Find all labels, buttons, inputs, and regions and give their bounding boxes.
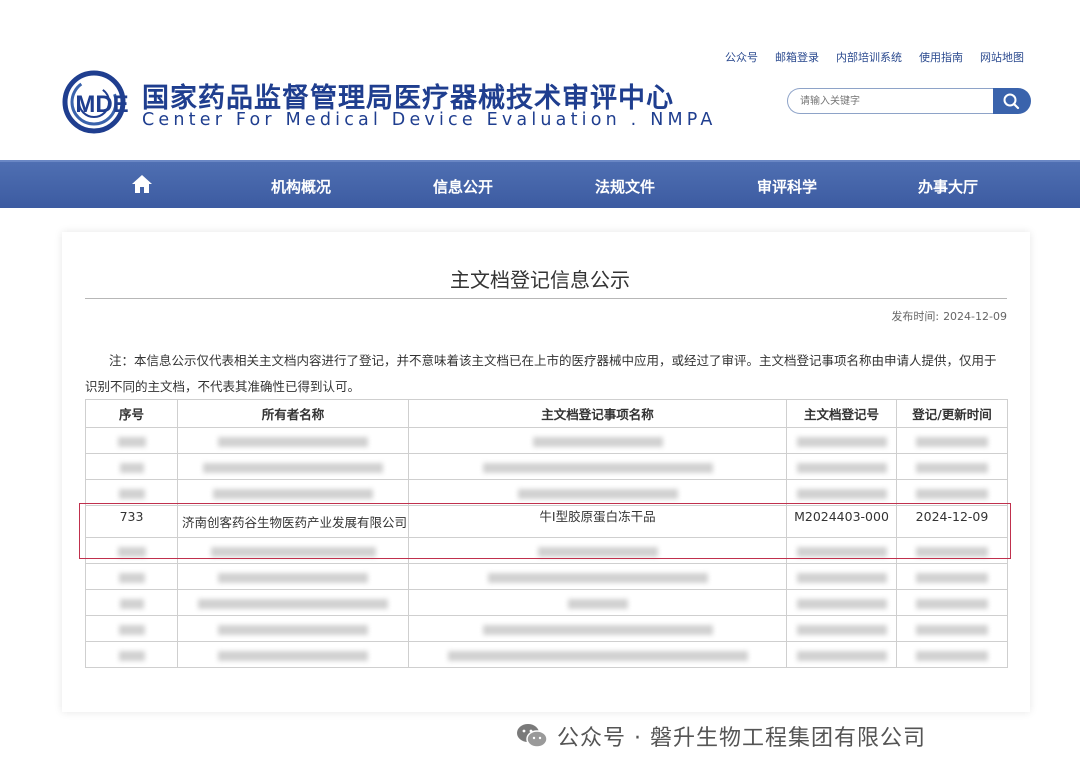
main-nav: 机构概况 信息公开 法规文件 审评科学 办事大厅 <box>0 160 1080 208</box>
blurred-text <box>119 462 144 473</box>
watermark-text: 公众号 · 磐升生物工程集团有限公司 <box>557 726 926 751</box>
blurred-text <box>487 572 708 583</box>
table-row-blurred <box>85 641 1008 668</box>
nav-item-info-disclosure[interactable]: 信息公开 <box>433 176 493 197</box>
blurred-text <box>218 436 368 447</box>
wechat-icon <box>517 724 548 748</box>
nav-item-service-hall[interactable]: 办事大厅 <box>918 176 978 197</box>
site-header: MDE 国家药品监督管理局医疗器械技术审评中心 Center For Medic… <box>0 0 1080 160</box>
search-input[interactable] <box>787 88 994 114</box>
search-icon <box>1003 93 1020 110</box>
table-row-highlighted: 733 济南创客药谷生物医药产业发展有限公司 牛Ⅰ型胶原蛋白冻干品 M20244… <box>85 505 1008 538</box>
blurred-text <box>796 650 887 661</box>
wechat-watermark: 公众号 · 磐升生物工程集团有限公司 <box>515 720 926 752</box>
cell-item-name: 牛Ⅰ型胶原蛋白冻干品 <box>408 505 787 538</box>
table-row-blurred <box>85 563 1008 590</box>
publish-date-label: 发布时间: <box>891 310 940 323</box>
home-icon[interactable] <box>131 174 153 194</box>
search-box <box>787 88 1031 114</box>
cell-reg-no: M2024403-000 <box>786 505 897 538</box>
col-header-owner: 所有者名称 <box>177 399 409 428</box>
blurred-text <box>213 488 373 499</box>
cell-date: 2024-12-09 <box>896 505 1008 538</box>
table-row-blurred <box>85 479 1008 506</box>
table-row-blurred <box>85 615 1008 642</box>
blurred-text <box>537 546 658 557</box>
blurred-text <box>117 436 146 447</box>
blurred-text <box>118 572 145 583</box>
blurred-text <box>517 488 678 499</box>
blurred-text <box>916 436 988 447</box>
table-row-blurred <box>85 453 1008 480</box>
blurred-text <box>447 650 748 661</box>
blurred-text <box>218 624 368 635</box>
table-row-blurred <box>85 589 1008 616</box>
blurred-text <box>482 624 713 635</box>
nav-item-review-science[interactable]: 审评科学 <box>757 176 817 197</box>
table-header-row: 序号 所有者名称 主文档登记事项名称 主文档登记号 登记/更新时间 <box>85 399 1008 428</box>
col-header-no: 序号 <box>85 399 178 428</box>
blurred-text <box>567 598 628 609</box>
blurred-text <box>796 624 887 635</box>
blurred-text <box>916 572 988 583</box>
table-row-blurred <box>85 537 1008 564</box>
blurred-text <box>118 650 145 661</box>
blurred-text <box>916 598 988 609</box>
blurred-text <box>117 546 146 557</box>
top-link-training-system[interactable]: 内部培训系统 <box>836 49 902 65</box>
col-header-item-name: 主文档登记事项名称 <box>408 399 787 428</box>
site-title-en: Center For Medical Device Evaluation . N… <box>142 110 717 130</box>
master-file-table: 序号 所有者名称 主文档登记事项名称 主文档登记号 登记/更新时间 733 济南… <box>85 399 1008 668</box>
blurred-text <box>916 488 988 499</box>
blurred-text <box>796 488 887 499</box>
page-title: 主文档登记信息公示 <box>450 268 630 292</box>
blurred-text <box>118 624 145 635</box>
blurred-text <box>796 462 887 473</box>
cell-owner: 济南创客药谷生物医药产业发展有限公司 <box>177 505 409 538</box>
blurred-text <box>796 546 887 557</box>
publish-date: 发布时间: 2024-12-09 <box>887 308 1007 324</box>
blurred-text <box>482 462 713 473</box>
publish-date-value: 2024-12-09 <box>943 310 1007 323</box>
mde-logo[interactable]: MDE <box>62 70 138 134</box>
disclaimer-note: 注：本信息公示仅代表相关主文档内容进行了登记，并不意味着该主文档已在上市的医疗器… <box>85 353 997 394</box>
top-link-mail-login[interactable]: 邮箱登录 <box>775 49 819 65</box>
blurred-text <box>118 488 145 499</box>
blurred-text <box>532 436 663 447</box>
blurred-text <box>218 572 368 583</box>
blurred-text <box>203 462 383 473</box>
blurred-text <box>210 546 376 557</box>
table-row-blurred <box>85 427 1008 454</box>
blurred-text <box>916 546 988 557</box>
title-divider <box>85 298 1007 299</box>
nav-item-regulations[interactable]: 法规文件 <box>595 176 655 197</box>
blurred-text <box>218 650 368 661</box>
col-header-reg-no: 主文档登记号 <box>786 399 897 428</box>
blurred-text <box>198 598 388 609</box>
blurred-text <box>916 650 988 661</box>
top-link-guide[interactable]: 使用指南 <box>919 49 963 65</box>
nav-item-about[interactable]: 机构概况 <box>271 176 331 197</box>
blurred-text <box>916 462 988 473</box>
search-button[interactable] <box>993 88 1031 114</box>
blurred-text <box>796 598 887 609</box>
blurred-text <box>119 598 144 609</box>
top-links: 公众号 邮箱登录 内部培训系统 使用指南 网站地图 <box>725 49 1024 65</box>
blurred-text <box>796 436 887 447</box>
blurred-text <box>796 572 887 583</box>
top-link-wechat[interactable]: 公众号 <box>725 49 758 65</box>
col-header-date: 登记/更新时间 <box>896 399 1008 428</box>
logo-text: MDE <box>75 91 128 118</box>
cell-no: 733 <box>85 505 178 538</box>
top-link-sitemap[interactable]: 网站地图 <box>980 49 1024 65</box>
blurred-text <box>916 624 988 635</box>
